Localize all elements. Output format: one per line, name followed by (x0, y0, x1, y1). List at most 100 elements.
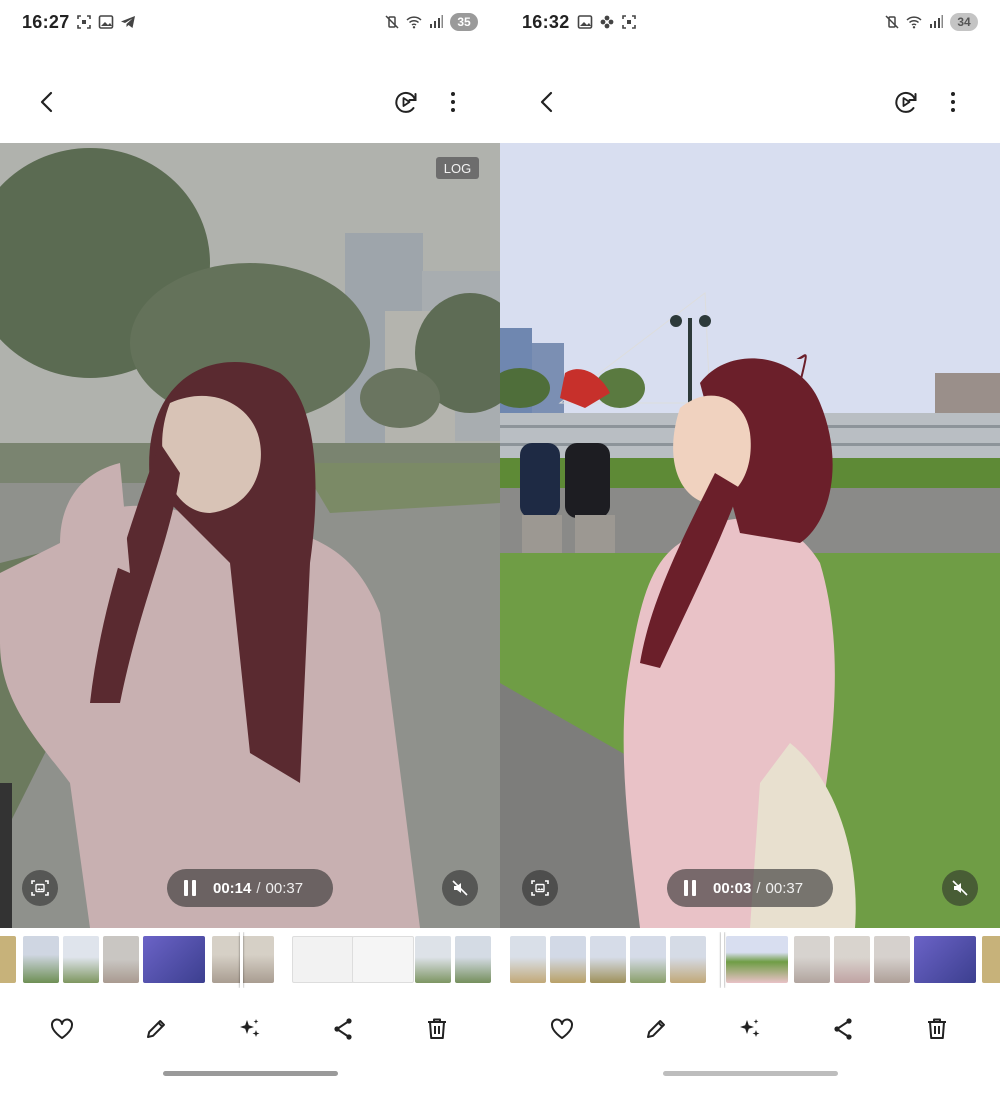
vibrate-mute-icon (385, 15, 399, 29)
filmstrip-thumbnail[interactable] (630, 936, 666, 983)
video-player[interactable]: LOG 00:14 / 00:37 (0, 143, 500, 928)
filmstrip-thumbnail[interactable] (670, 936, 706, 983)
screenshot-icon (77, 15, 91, 29)
delete-icon (928, 1018, 946, 1039)
battery-badge: 34 (950, 13, 978, 31)
filmstrip-playhead[interactable] (721, 932, 724, 988)
sparkle-icon (240, 1019, 260, 1037)
total-time: 00:37 (765, 879, 804, 897)
filmstrip-thumbnail[interactable] (982, 936, 1000, 983)
filmstrip-thumbnail[interactable] (550, 936, 586, 983)
battery-badge: 35 (450, 13, 478, 31)
filmstrip-thumbnail[interactable] (794, 936, 830, 983)
pause-icon[interactable] (681, 879, 699, 897)
motion-photo-icon (395, 91, 417, 113)
filmstrip-thumbnail[interactable] (834, 936, 870, 983)
flower-icon (600, 15, 614, 29)
filmstrip-current-clip[interactable] (726, 936, 788, 983)
filmstrip-thumbnail[interactable] (510, 936, 546, 983)
favorite-button[interactable] (544, 1011, 580, 1047)
screenshot-icon (622, 15, 636, 29)
total-time: 00:37 (265, 879, 304, 897)
more-vertical-icon (951, 92, 955, 112)
signal-icon (930, 15, 943, 28)
capture-frame-button[interactable] (522, 870, 558, 906)
mute-icon (452, 880, 468, 896)
filmstrip-thumbnail[interactable] (914, 936, 976, 983)
back-button[interactable] (28, 82, 68, 122)
more-options-button[interactable] (433, 82, 473, 122)
capture-frame-button[interactable] (22, 870, 58, 906)
delete-button[interactable] (419, 1011, 455, 1047)
time-separator: / (256, 879, 261, 897)
filmstrip-thumbnail[interactable] (292, 936, 354, 983)
signal-icon (430, 15, 443, 28)
wifi-icon (906, 16, 922, 29)
app-bar (500, 72, 1000, 132)
delete-icon (428, 1018, 446, 1039)
mute-button[interactable] (942, 870, 978, 906)
ai-enhance-button[interactable] (732, 1011, 768, 1047)
home-indicator[interactable] (163, 1071, 338, 1076)
filmstrip-thumbnail[interactable] (103, 936, 139, 983)
app-bar (0, 72, 500, 132)
share-button[interactable] (325, 1011, 361, 1047)
filmstrip-thumbnail[interactable] (63, 936, 99, 983)
status-bar: 16:27 35 (0, 0, 500, 48)
home-indicator[interactable] (663, 1071, 838, 1076)
edit-pencil-icon (147, 1020, 165, 1038)
filmstrip-thumbnail[interactable] (0, 936, 16, 983)
current-time: 00:14 (213, 879, 252, 897)
ai-enhance-button[interactable] (232, 1011, 268, 1047)
telegram-icon (121, 16, 135, 28)
share-button[interactable] (825, 1011, 861, 1047)
sparkle-icon (740, 1019, 760, 1037)
filmstrip-thumbnail[interactable] (352, 936, 414, 983)
motion-photo-icon (895, 91, 917, 113)
edit-button[interactable] (638, 1011, 674, 1047)
filmstrip-thumbnail[interactable] (143, 936, 205, 983)
gallery-icon (577, 15, 593, 29)
edit-button[interactable] (138, 1011, 174, 1047)
time-separator: / (756, 879, 761, 897)
motion-photo-button[interactable] (386, 82, 426, 122)
video-player[interactable]: 00:03 / 00:37 (500, 143, 1000, 928)
status-bar: 16:32 34 (500, 0, 1000, 48)
more-vertical-icon (451, 92, 455, 112)
filmstrip-playhead[interactable] (240, 932, 243, 988)
status-time: 16:32 (522, 12, 570, 32)
mute-button[interactable] (442, 870, 478, 906)
back-arrow-icon (540, 91, 553, 113)
filmstrip-thumbnail[interactable] (455, 936, 491, 983)
gallery-icon (98, 15, 114, 29)
delete-button[interactable] (919, 1011, 955, 1047)
bottom-actions (0, 1003, 500, 1055)
filmstrip-thumbnail[interactable] (415, 936, 451, 983)
video-frame-color (500, 143, 1000, 928)
back-button[interactable] (528, 82, 568, 122)
more-options-button[interactable] (933, 82, 973, 122)
filmstrip-thumbnail[interactable] (590, 936, 626, 983)
gallery-screen-left: 16:27 35 LOG 00:14 / 00:37 (0, 0, 500, 1111)
filmstrip-thumbnail[interactable] (23, 936, 59, 983)
playback-controls: 00:03 / 00:37 (667, 869, 833, 907)
wifi-icon (406, 16, 422, 29)
bottom-actions (500, 1003, 1000, 1055)
filmstrip-current-clip[interactable] (212, 936, 274, 983)
filmstrip[interactable] (0, 932, 500, 988)
notification-icons (76, 14, 136, 30)
current-time: 00:03 (713, 879, 752, 897)
log-badge: LOG (436, 157, 479, 179)
status-right-icons: 34 (884, 13, 978, 31)
pause-icon[interactable] (181, 879, 199, 897)
capture-frame-icon (31, 880, 49, 896)
playback-controls: 00:14 / 00:37 (167, 869, 333, 907)
video-frame-log (0, 143, 500, 928)
filmstrip[interactable] (500, 932, 1000, 988)
favorite-button[interactable] (44, 1011, 80, 1047)
filmstrip-thumbnail[interactable] (874, 936, 910, 983)
heart-icon (51, 1018, 73, 1039)
status-time: 16:27 (22, 12, 70, 32)
notification-icons (577, 14, 637, 30)
motion-photo-button[interactable] (886, 82, 926, 122)
